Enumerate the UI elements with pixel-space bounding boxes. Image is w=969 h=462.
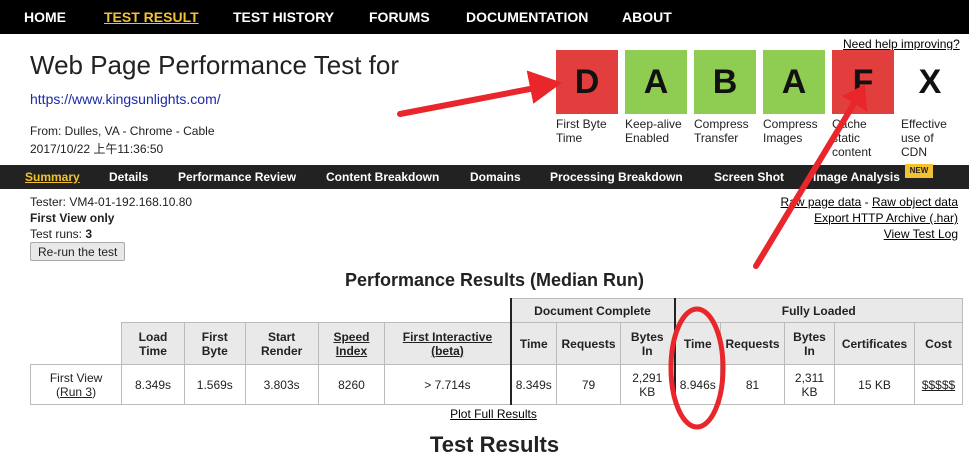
link-separator: - bbox=[861, 195, 872, 209]
col-fl-time: Time bbox=[673, 322, 721, 365]
plot-full-results-link[interactable]: Plot Full Results bbox=[0, 407, 969, 421]
grade-first-byte-time[interactable]: D bbox=[556, 50, 618, 114]
performance-results-table: Document Complete Fully Loaded Load Time … bbox=[29, 298, 963, 405]
nav-test-result[interactable]: TEST RESULT bbox=[104, 9, 199, 25]
document-complete-header: Document Complete bbox=[509, 298, 675, 323]
tab-performance-review[interactable]: Performance Review bbox=[178, 170, 296, 184]
raw-data-links: Raw page data - Raw object data bbox=[781, 195, 958, 209]
tab-content-breakdown[interactable]: Content Breakdown bbox=[326, 170, 439, 184]
tab-screen-shot[interactable]: Screen Shot bbox=[714, 170, 784, 184]
fully-loaded-header: Fully Loaded bbox=[673, 298, 963, 323]
tab-processing-breakdown[interactable]: Processing Breakdown bbox=[550, 170, 683, 184]
rerun-button[interactable]: Re-run the test bbox=[30, 242, 126, 261]
tab-details[interactable]: Details bbox=[109, 170, 148, 184]
raw-page-data-link[interactable]: Raw page data bbox=[781, 195, 862, 209]
tester-info: Tester: VM4-01-192.168.10.80 bbox=[30, 195, 193, 209]
table-row: First View (Run 3) 8.349s 1.569s 3.803s … bbox=[29, 364, 963, 405]
col-first-interactive[interactable]: First Interactive (beta) bbox=[384, 322, 511, 365]
nav-documentation[interactable]: DOCUMENTATION bbox=[466, 9, 588, 25]
run-link[interactable]: Run 3 bbox=[60, 385, 92, 399]
test-results-title: Test Results bbox=[429, 432, 560, 457]
cell-dc-requests: 79 bbox=[556, 364, 621, 405]
cell-first-byte: 1.569s bbox=[183, 364, 246, 405]
col-dc-time: Time bbox=[509, 322, 557, 365]
tab-domains[interactable]: Domains bbox=[470, 170, 521, 184]
col-load-time: Load Time bbox=[121, 322, 185, 365]
arrow-to-first-byte-icon bbox=[397, 81, 559, 117]
grade-keep-alive[interactable]: A bbox=[625, 50, 687, 114]
table-spacer bbox=[30, 298, 511, 323]
col-start-render: Start Render bbox=[244, 322, 319, 365]
help-link[interactable]: Need help improving? bbox=[843, 37, 960, 51]
grade-label-cache-static: Cache static content bbox=[832, 117, 872, 159]
raw-object-data-link[interactable]: Raw object data bbox=[872, 195, 958, 209]
row-label-spacer bbox=[30, 322, 122, 365]
test-date: 2017/10/22 上午11:36:50 bbox=[30, 142, 164, 156]
nav-home[interactable]: HOME bbox=[24, 9, 66, 25]
col-certificates: Certificates bbox=[834, 322, 915, 365]
grade-compress-images[interactable]: A bbox=[763, 50, 825, 114]
tab-image-analysis[interactable]: Image Analysis bbox=[813, 170, 900, 184]
results-subnav: Summary Details Performance Review Conte… bbox=[0, 165, 969, 189]
col-speed-index[interactable]: Speed Index bbox=[317, 322, 386, 365]
cell-load-time: 8.349s bbox=[121, 364, 185, 405]
cell-first-interactive: > 7.714s bbox=[384, 364, 511, 405]
cell-speed-index: 8260 bbox=[317, 364, 386, 405]
col-dc-requests: Requests bbox=[556, 322, 621, 365]
nav-test-history[interactable]: TEST HISTORY bbox=[233, 9, 334, 25]
grade-cache-static[interactable]: F bbox=[832, 50, 894, 114]
test-location: From: Dulles, VA - Chrome - Cable bbox=[30, 124, 215, 138]
view-test-log-link[interactable]: View Test Log bbox=[884, 227, 958, 241]
cell-certificates: 15 KB bbox=[834, 364, 915, 405]
tab-summary[interactable]: Summary bbox=[25, 170, 80, 184]
nav-about[interactable]: ABOUT bbox=[622, 9, 672, 25]
grade-label-compress-transfer: Compress Transfer bbox=[694, 117, 749, 145]
grade-label-first-byte: First Byte Time bbox=[556, 117, 607, 145]
performance-results-title: Performance Results (Median Run) bbox=[344, 270, 645, 290]
new-badge: NEW bbox=[905, 164, 933, 178]
col-fl-requests: Requests bbox=[720, 322, 785, 365]
grade-label-cdn: Effective use of CDN bbox=[901, 117, 947, 159]
col-fl-bytes: Bytes In bbox=[784, 322, 835, 365]
col-dc-bytes: Bytes In bbox=[620, 322, 675, 365]
cell-dc-time: 8.349s bbox=[509, 364, 557, 405]
cell-start-render: 3.803s bbox=[244, 364, 319, 405]
test-runs: Test runs: 3 bbox=[30, 227, 93, 241]
col-cost: Cost bbox=[914, 322, 963, 365]
grade-compress-transfer[interactable]: B bbox=[694, 50, 756, 114]
first-view-only: First View only bbox=[30, 211, 115, 225]
test-runs-count: 3 bbox=[85, 227, 93, 241]
nav-forums[interactable]: FORUMS bbox=[369, 9, 430, 25]
top-nav: HOME TEST RESULT TEST HISTORY FORUMS DOC… bbox=[0, 0, 969, 34]
col-first-byte: First Byte bbox=[183, 322, 246, 365]
tested-url[interactable]: https://www.kingsunlights.com/ bbox=[30, 91, 221, 107]
cell-fl-bytes: 2,311 KB bbox=[784, 364, 835, 405]
cell-fl-requests: 81 bbox=[720, 364, 785, 405]
cell-cost[interactable]: $$$$$ bbox=[914, 364, 963, 405]
export-har-link[interactable]: Export HTTP Archive (.har) bbox=[814, 211, 958, 225]
grade-label-keep-alive: Keep-alive Enabled bbox=[625, 117, 682, 145]
page-title: Web Page Performance Test for bbox=[30, 50, 400, 80]
grade-cdn[interactable]: X bbox=[901, 50, 959, 114]
cell-fl-time: 8.946s bbox=[673, 364, 721, 405]
grade-label-compress-images: Compress Images bbox=[763, 117, 818, 145]
row-label: First View (Run 3) bbox=[29, 364, 123, 405]
cell-dc-bytes: 2,291 KB bbox=[620, 364, 675, 405]
